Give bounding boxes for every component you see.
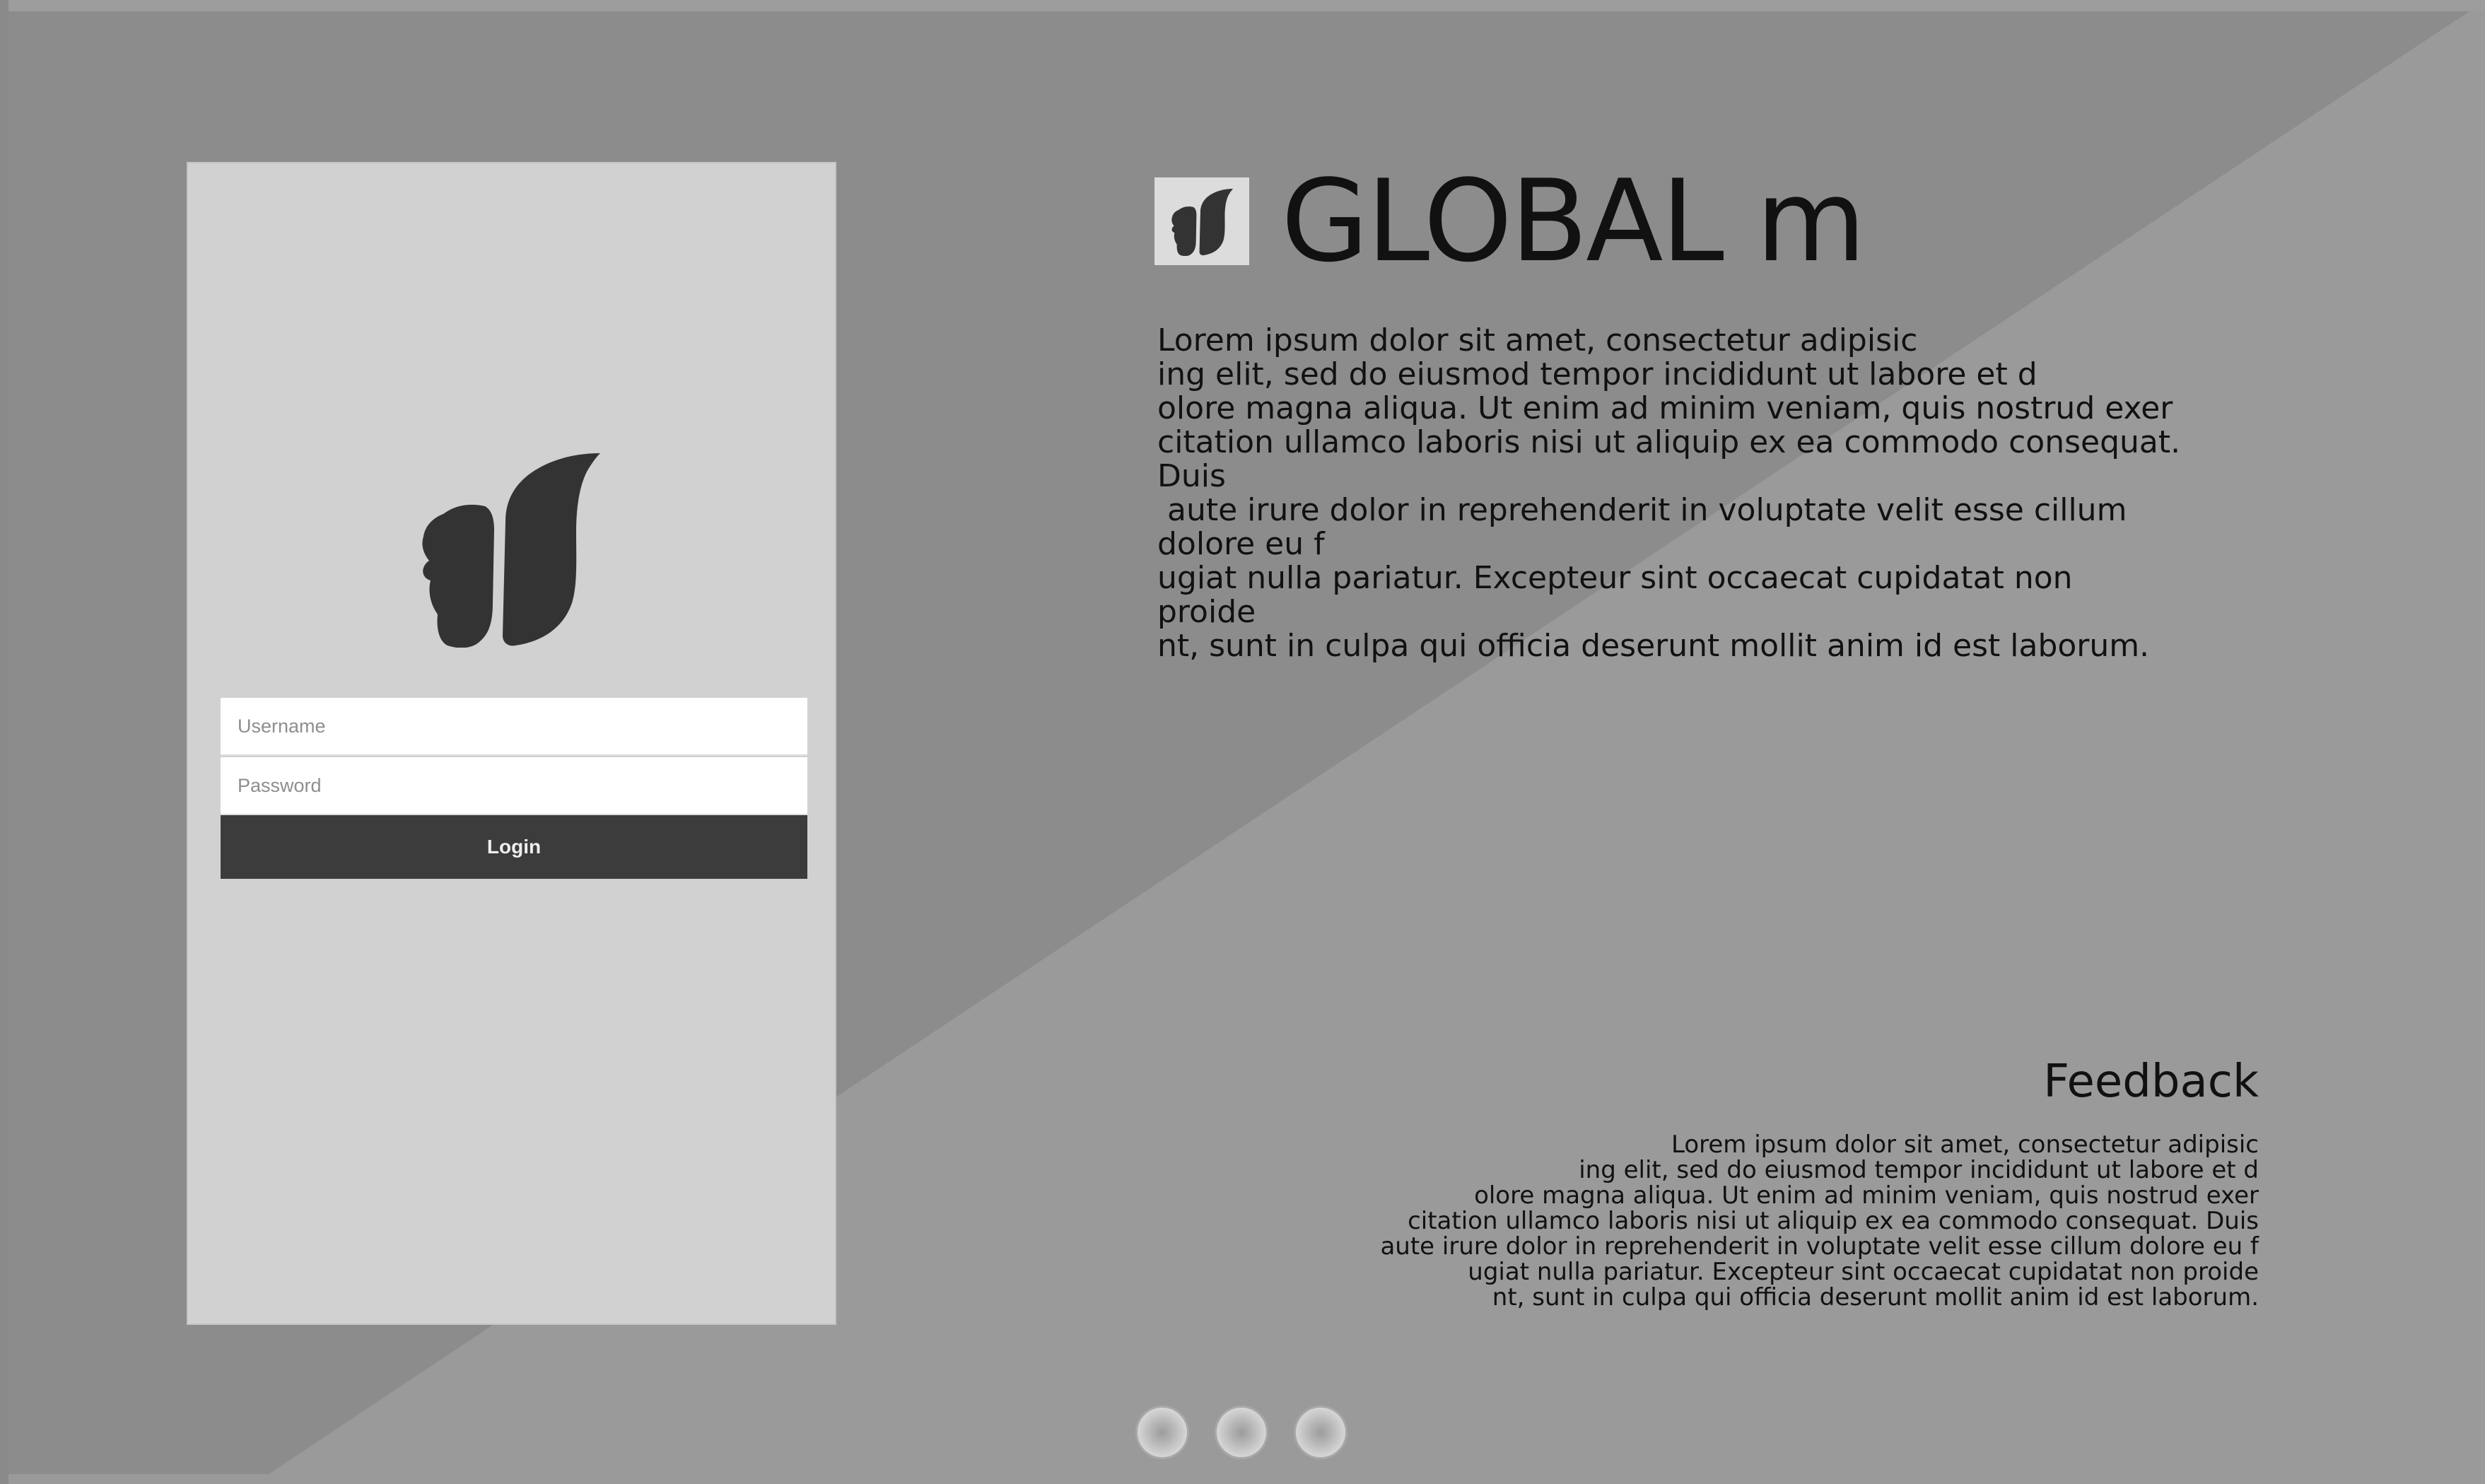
intro-paragraph: Lorem ipsum dolor sit amet, consectetur … (1157, 322, 2181, 664)
login-panel: Login (187, 162, 836, 1325)
login-button[interactable]: Login (221, 815, 807, 879)
username-field[interactable] (221, 698, 807, 756)
squirrel-logo-icon (422, 453, 600, 648)
brand-title: GLOBAL m (1281, 155, 1866, 287)
brand-logo-badge (1154, 177, 1249, 265)
slider-dot-1[interactable] (1135, 1406, 1189, 1459)
page-background: Login GLOBAL m Lorem ipsum dolor sit ame… (0, 0, 2485, 1484)
slider-dot-3[interactable] (1294, 1406, 1347, 1459)
password-field[interactable] (221, 757, 807, 815)
feedback-heading: Feedback (2043, 1056, 2259, 1108)
squirrel-logo-icon (1171, 189, 1234, 256)
slider-dot-2[interactable] (1215, 1406, 1268, 1459)
feedback-paragraph: Lorem ipsum dolor sit amet, consectetur … (1380, 1130, 2259, 1311)
